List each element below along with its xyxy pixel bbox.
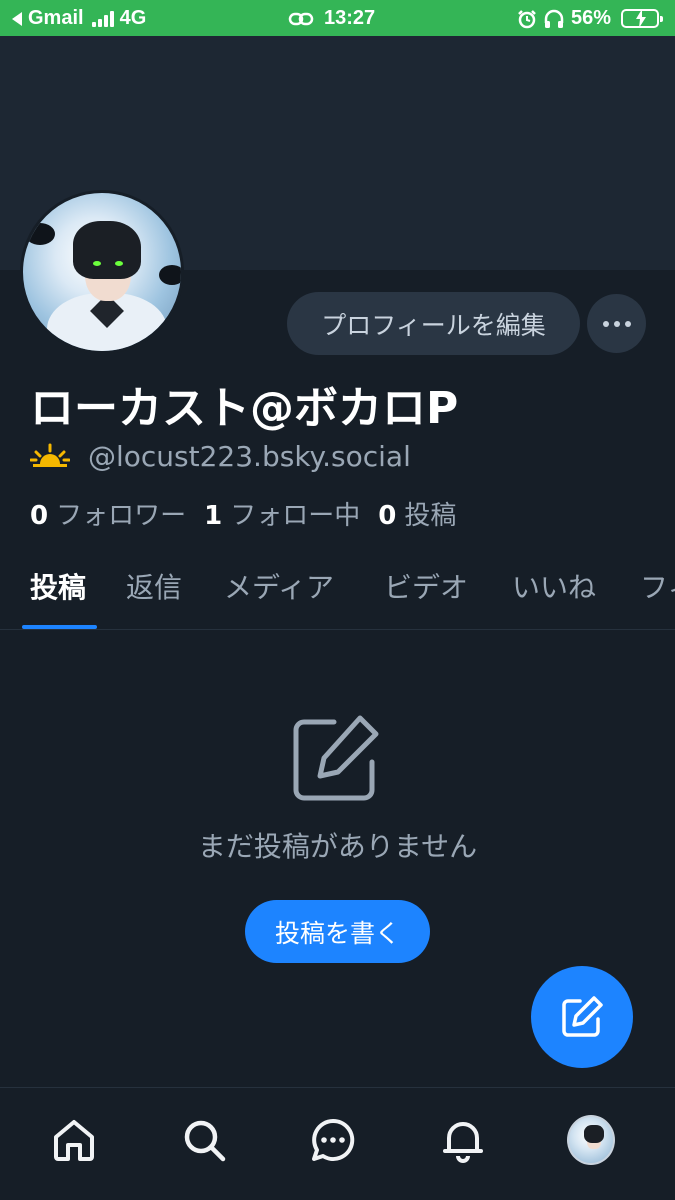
compose-fab[interactable] xyxy=(531,966,633,1068)
link-icon xyxy=(288,12,314,25)
avatar-detail xyxy=(159,265,181,285)
status-bar: Gmail 4G 13:27 56% xyxy=(0,0,675,36)
back-to-app[interactable]: Gmail 4G xyxy=(12,7,146,30)
more-dot xyxy=(613,320,620,327)
nav-chat[interactable] xyxy=(309,1116,357,1164)
tab-videos[interactable]: ビデオ xyxy=(384,566,468,606)
tab-likes[interactable]: いいね xyxy=(512,566,596,606)
headphones-icon xyxy=(544,9,564,28)
tab-replies[interactable]: 返信 xyxy=(126,566,182,606)
avatar-detail xyxy=(93,261,101,266)
profile-avatar xyxy=(567,1115,615,1165)
status-center: 13:27 xyxy=(288,7,375,30)
posts-stat: 0 投稿 xyxy=(378,495,456,532)
posts-count: 0 xyxy=(378,501,397,531)
avatar-detail xyxy=(25,223,55,245)
tab-posts[interactable]: 投稿 xyxy=(30,566,86,606)
network-label: 4G xyxy=(119,7,147,29)
display-name: ローカスト@ボカロP xyxy=(30,383,459,434)
profile-stats: 0 フォロワー 1 フォロー中 0 投稿 xyxy=(30,495,456,532)
profile-avatar[interactable] xyxy=(20,190,184,354)
nav-profile[interactable] xyxy=(567,1115,615,1165)
more-dot xyxy=(624,320,631,327)
sunrise-icon xyxy=(30,443,70,467)
battery-percent: 56% xyxy=(570,7,611,29)
nav-home[interactable] xyxy=(50,1116,98,1164)
home-icon xyxy=(54,1120,94,1161)
profile-tabs: 投稿 返信 メディア ビデオ いいね フィード xyxy=(0,560,675,630)
more-dot xyxy=(602,320,609,327)
avatar-detail xyxy=(73,221,141,279)
followers-label: フォロワー xyxy=(56,501,187,531)
bell-icon xyxy=(443,1122,483,1163)
more-options-button[interactable] xyxy=(587,294,646,353)
search-icon xyxy=(184,1120,226,1162)
followers-stat[interactable]: 0 フォロワー xyxy=(30,495,186,532)
following-stat[interactable]: 1 フォロー中 xyxy=(204,495,360,532)
tab-feeds[interactable]: フィード xyxy=(640,566,675,606)
posts-label: 投稿 xyxy=(404,501,457,531)
handle[interactable]: @locust223.bsky.social xyxy=(88,440,411,473)
avatar-detail xyxy=(584,1125,604,1143)
tab-media[interactable]: メディア xyxy=(224,566,334,606)
chat-icon xyxy=(312,1118,355,1161)
signal-icon xyxy=(91,10,114,27)
edit-profile-button[interactable]: プロフィールを編集 xyxy=(287,292,580,355)
compose-icon xyxy=(562,996,603,1037)
following-count: 1 xyxy=(204,501,223,531)
nav-search[interactable] xyxy=(180,1116,228,1164)
following-label: フォロー中 xyxy=(230,501,361,531)
nav-notifications[interactable] xyxy=(439,1116,487,1164)
avatar-detail xyxy=(115,261,123,266)
status-right: 56% xyxy=(517,7,663,30)
followers-count: 0 xyxy=(30,501,49,531)
empty-state-message: まだ投稿がありません xyxy=(197,830,478,863)
edit-icon xyxy=(293,715,379,801)
write-post-button[interactable]: 投稿を書く xyxy=(245,900,430,963)
battery-icon xyxy=(621,9,663,28)
back-arrow-icon xyxy=(12,11,22,26)
active-tab-indicator xyxy=(22,625,97,629)
clock: 13:27 xyxy=(324,7,376,29)
back-app-label: Gmail xyxy=(28,7,84,29)
alarm-icon xyxy=(518,9,536,28)
handle-row: @locust223.bsky.social xyxy=(30,440,411,473)
bottom-nav xyxy=(0,1087,675,1200)
